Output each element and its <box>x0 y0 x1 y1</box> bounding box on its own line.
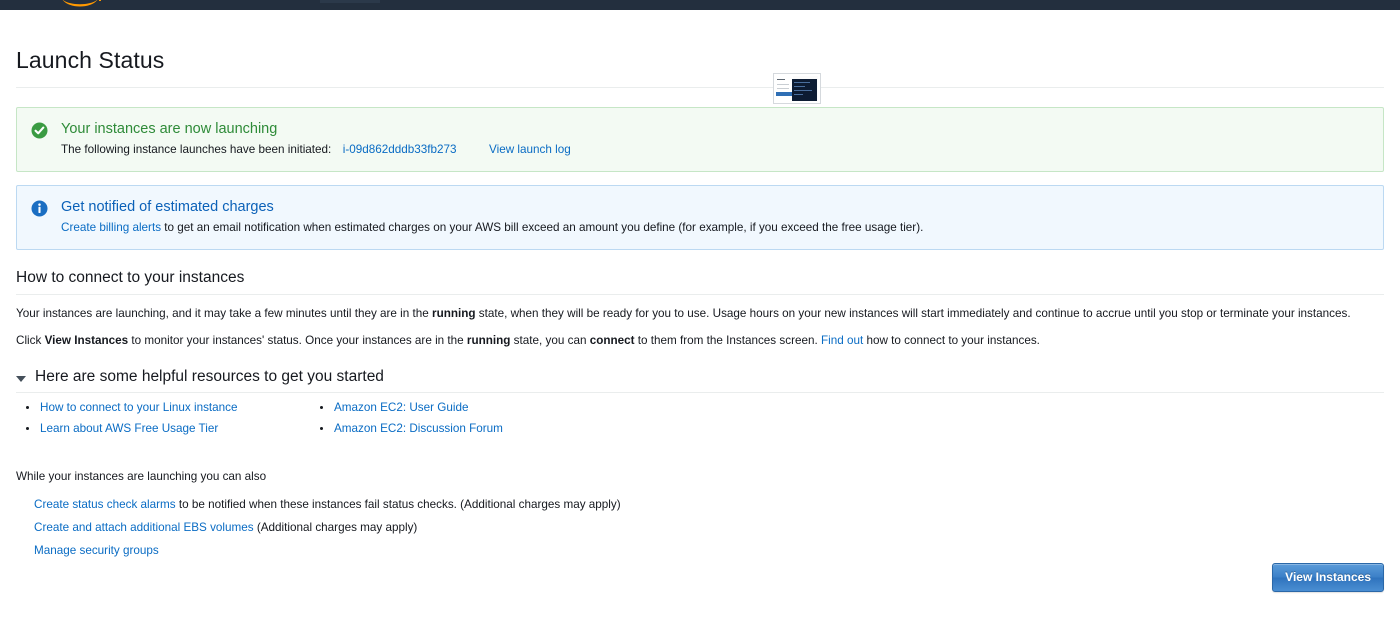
thumbnail-line <box>777 88 789 89</box>
connect-p2-bold-view-instances: View Instances <box>44 334 129 348</box>
console-preview-thumbnail <box>773 73 821 104</box>
list-item: Create status check alarms to be notifie… <box>34 497 1384 513</box>
view-launch-log-link[interactable]: View launch log <box>489 143 571 156</box>
thumbnail-terminal-line <box>794 94 803 95</box>
billing-info-description: Create billing alerts to get an email no… <box>61 220 1369 236</box>
title-divider <box>16 87 1384 89</box>
list-item: Amazon EC2: User Guide <box>316 400 610 416</box>
also-row-0-text: to be notified when these instances fail… <box>178 498 621 512</box>
thumbnail-terminal-line <box>794 90 812 91</box>
also-section-list: Create status check alarms to be notifie… <box>16 497 1384 559</box>
info-circle-icon <box>31 200 48 217</box>
thumbnail-inner <box>776 76 818 101</box>
launch-success-alert: Your instances are now launching The fol… <box>16 107 1384 173</box>
thumbnail-terminal-line <box>794 82 810 83</box>
page-content: Launch Status Your instances are now lau… <box>0 47 1400 559</box>
connect-p1-part1: Your instances are launching, and it may… <box>16 307 429 321</box>
launch-success-heading: Your instances are now launching <box>61 121 278 138</box>
resource-link-discussion-forum[interactable]: Amazon EC2: Discussion Forum <box>334 422 503 435</box>
list-item: Amazon EC2: Discussion Forum <box>316 421 610 437</box>
list-item: Learn about AWS Free Usage Tier <box>22 421 316 437</box>
billing-info-alert: Get notified of estimated charges Create… <box>16 185 1384 251</box>
billing-info-heading: Get notified of estimated charges <box>61 199 274 216</box>
connect-section-divider <box>16 294 1384 296</box>
list-item: Create and attach additional EBS volumes… <box>34 520 1384 536</box>
resource-link-linux-connect[interactable]: How to connect to your Linux instance <box>40 401 238 414</box>
instance-id-link[interactable]: i-09d862dddb33fb273 <box>343 143 457 156</box>
connect-p1-part2: state, when they will be ready for you t… <box>478 307 1351 321</box>
find-out-link[interactable]: Find out <box>821 334 863 347</box>
footer-actions: View Instances <box>1272 563 1384 592</box>
connect-p2-part4: to them from the Instances screen. <box>637 334 818 348</box>
connect-p2-part5: how to connect to your instances. <box>866 334 1040 348</box>
billing-info-text: to get an email notification when estima… <box>164 221 924 235</box>
resources-column-right: Amazon EC2: User Guide Amazon EC2: Discu… <box>316 400 610 442</box>
thumbnail-line <box>777 84 789 85</box>
resources-column-left: How to connect to your Linux instance Le… <box>22 400 316 442</box>
list-item: Manage security groups <box>34 543 1384 559</box>
also-section-title: While your instances are launching you c… <box>16 470 267 484</box>
resources-divider <box>16 392 1384 394</box>
also-row-1-text: (Additional charges may apply) <box>256 521 418 535</box>
connect-p2-part1: Click <box>16 334 42 348</box>
launch-success-description: The following instance launches have bee… <box>61 142 1369 158</box>
resource-list-right: Amazon EC2: User Guide Amazon EC2: Discu… <box>316 400 610 437</box>
resources-columns: How to connect to your Linux instance Le… <box>16 400 1384 442</box>
launch-success-text: The following instance launches have bee… <box>61 143 332 157</box>
connect-p2-bold-connect: connect <box>589 334 635 348</box>
connect-p1-bold-running: running <box>432 307 476 321</box>
billing-info-body: Get notified of estimated charges Create… <box>61 198 1369 236</box>
page-title: Launch Status <box>16 47 165 73</box>
resources-section-toggle[interactable]: Here are some helpful resources to get y… <box>16 368 1384 392</box>
resource-link-user-guide[interactable]: Amazon EC2: User Guide <box>334 401 468 414</box>
thumbnail-selected-row <box>776 92 793 96</box>
thumbnail-line <box>777 79 785 80</box>
connect-paragraph-2: Click View Instances to monitor your ins… <box>16 333 1384 349</box>
view-instances-button[interactable]: View Instances <box>1272 563 1384 592</box>
connect-paragraph-1: Your instances are launching, and it may… <box>16 306 1384 322</box>
resource-link-free-tier[interactable]: Learn about AWS Free Usage Tier <box>40 422 218 435</box>
connect-p2-part2: to monitor your instances' status. Once … <box>131 334 464 348</box>
thumbnail-sidebar <box>776 76 793 101</box>
list-item: How to connect to your Linux instance <box>22 400 316 416</box>
create-attach-ebs-volumes-link[interactable]: Create and attach additional EBS volumes <box>34 521 254 534</box>
connect-p2-bold-running: running <box>466 334 511 348</box>
connect-p2-part3: state, you can <box>513 334 587 348</box>
create-status-check-alarms-link[interactable]: Create status check alarms <box>34 498 176 511</box>
nav-item-placeholder[interactable] <box>320 0 380 3</box>
resources-heading: Here are some helpful resources to get y… <box>35 368 384 386</box>
manage-security-groups-link[interactable]: Manage security groups <box>34 544 159 557</box>
create-billing-alerts-link[interactable]: Create billing alerts <box>61 221 161 234</box>
aws-smile-logo[interactable] <box>58 0 102 10</box>
top-navigation-bar <box>0 0 1400 10</box>
check-circle-icon <box>31 122 48 139</box>
thumbnail-terminal <box>792 79 817 101</box>
chevron-down-icon[interactable] <box>16 375 26 382</box>
connect-section-heading: How to connect to your instances <box>16 269 245 287</box>
resource-list-left: How to connect to your Linux instance Le… <box>22 400 316 437</box>
thumbnail-terminal-line <box>794 86 805 87</box>
launch-success-body: Your instances are now launching The fol… <box>61 120 1369 158</box>
